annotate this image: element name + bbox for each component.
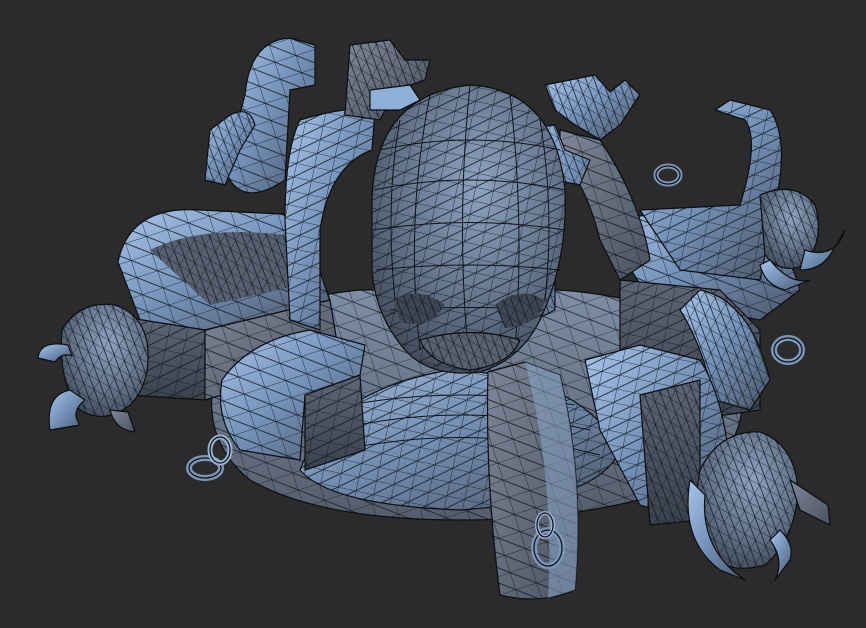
chain-ring-back-right xyxy=(653,163,683,187)
front-center-pillar xyxy=(486,361,579,600)
3d-viewport[interactable] xyxy=(0,0,866,628)
chain-ring-right xyxy=(771,335,805,365)
left-horned-skull xyxy=(37,303,149,433)
right-front-horned-skull xyxy=(687,431,831,581)
right-back-horned-skull xyxy=(759,188,846,291)
mesh-render xyxy=(37,37,846,600)
